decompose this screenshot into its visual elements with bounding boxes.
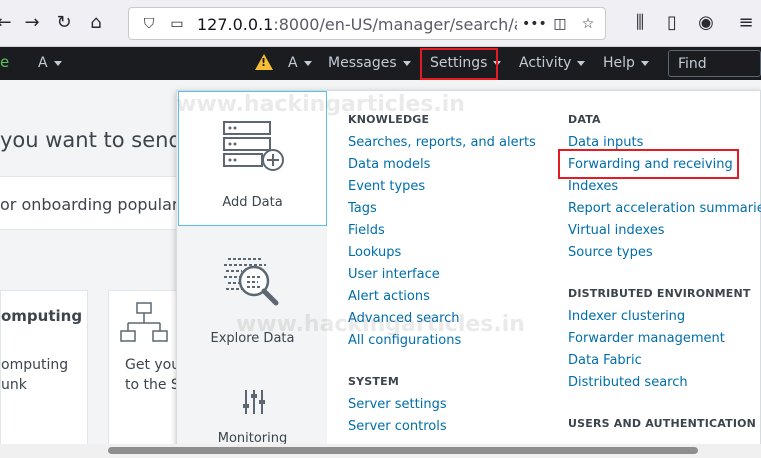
back-arrow-icon[interactable]: ← [0, 9, 18, 37]
link-server-controls[interactable]: Server controls [348, 419, 447, 434]
option-card[interactable]: omputing omputing unk [0, 290, 88, 450]
link-data-inputs[interactable]: Data inputs [568, 135, 643, 150]
home-icon[interactable]: ⌂ [82, 9, 110, 37]
option-card-text: omputing [1, 357, 69, 373]
section-band-text: or onboarding popular [0, 195, 179, 214]
url-host: 127.0.0.1 [197, 15, 274, 34]
user-menu-2-icon[interactable]: A [288, 55, 312, 71]
sidebar-icon[interactable]: ▯ [658, 9, 686, 37]
horizontal-scrollbar[interactable] [0, 444, 761, 458]
splunk-app-bar: e A ! A Messages Settings Activity Help … [0, 47, 761, 80]
settings-tiles: Add Data Explore Data Monitoring [177, 91, 327, 451]
link-forwarder-management[interactable]: Forwarder management [568, 331, 725, 346]
users-auth-heading: USERS AND AUTHENTICATION [568, 417, 757, 430]
scrollbar-thumb[interactable] [108, 447, 698, 454]
url-path: :8000/en-US/manager/search/adddat [273, 15, 517, 34]
account-icon[interactable]: ◉ [692, 9, 720, 37]
bookmark-star-icon[interactable]: ☆ [578, 14, 598, 34]
data-heading: DATA [568, 113, 601, 126]
monitoring-tile[interactable]: Monitoring [178, 376, 327, 451]
option-card-text-2: unk [1, 377, 27, 393]
shield-icon[interactable]: ⛉ [139, 14, 159, 34]
link-distributed-search[interactable]: Distributed search [568, 375, 688, 390]
watermark-2: www.hackingarticles.in [236, 312, 525, 337]
link-fields[interactable]: Fields [348, 223, 385, 238]
link-lookups[interactable]: Lookups [348, 245, 401, 260]
explore-data-icon [224, 258, 279, 306]
link-event-types[interactable]: Event types [348, 179, 425, 194]
logo-fragment: e [0, 53, 10, 71]
link-server-settings[interactable]: Server settings [348, 397, 447, 412]
link-tags[interactable]: Tags [348, 201, 377, 216]
warning-mark: ! [261, 56, 267, 69]
address-bar[interactable]: ⛉ ▭ 127.0.0.1:8000/en-US/manager/search/… [128, 7, 606, 40]
link-virtual-indexes[interactable]: Virtual indexes [568, 223, 665, 238]
nav-messages-label: Messages [328, 55, 397, 71]
network-icon [120, 302, 168, 342]
section-band: or onboarding popular [0, 176, 200, 230]
system-heading: SYSTEM [348, 375, 399, 388]
link-indexes[interactable]: Indexes [568, 179, 618, 194]
page-info-icon[interactable]: ▭ [167, 14, 187, 34]
find-input[interactable]: Find [668, 50, 761, 77]
find-placeholder: Find [678, 56, 707, 72]
nav-help[interactable]: Help [603, 55, 649, 71]
settings-highlight-box [420, 48, 498, 80]
nav-activity-label: Activity [519, 55, 572, 71]
distributed-heading: DISTRIBUTED ENVIRONMENT [568, 287, 751, 300]
link-searches-reports-alerts[interactable]: Searches, reports, and alerts [348, 135, 536, 150]
more-icon[interactable]: ••• [522, 14, 547, 34]
pocket-icon[interactable]: ◫ [550, 14, 570, 34]
option-card-title: omputing [1, 307, 83, 325]
forwarding-highlight-box [558, 149, 739, 179]
link-source-types[interactable]: Source types [568, 245, 653, 260]
link-data-models[interactable]: Data models [348, 157, 430, 172]
settings-dropdown: Add Data Explore Data Monitoring KNOWLED… [176, 90, 761, 451]
link-data-fabric[interactable]: Data Fabric [568, 353, 642, 368]
nav-help-label: Help [603, 55, 635, 71]
menu-icon[interactable]: ≡ [732, 9, 760, 37]
nav-activity[interactable]: Activity [519, 55, 586, 71]
link-alert-actions[interactable]: Alert actions [348, 289, 430, 304]
library-icon[interactable]: ⫼ [626, 9, 654, 37]
link-indexer-clustering[interactable]: Indexer clustering [568, 309, 685, 324]
add-data-label: Add Data [222, 195, 283, 210]
browser-toolbar: ← → ↻ ⌂ ⛉ ▭ 127.0.0.1:8000/en-US/manager… [0, 0, 761, 47]
page-heading: you want to send [0, 128, 182, 152]
user-menu-icon[interactable]: A [38, 55, 62, 71]
add-data-icon [223, 121, 284, 171]
monitoring-icon [243, 390, 265, 414]
reload-icon[interactable]: ↻ [50, 9, 78, 37]
url-text[interactable]: 127.0.0.1:8000/en-US/manager/search/addd… [197, 15, 517, 34]
link-report-acceleration-summaries[interactable]: Report acceleration summaries [568, 201, 761, 216]
forward-arrow-icon[interactable]: → [18, 9, 46, 37]
link-user-interface[interactable]: User interface [348, 267, 440, 282]
option-card-2[interactable]: Get your to the Sp [108, 290, 189, 450]
watermark: www.hackingarticles.in [176, 92, 465, 117]
nav-messages[interactable]: Messages [328, 55, 411, 71]
